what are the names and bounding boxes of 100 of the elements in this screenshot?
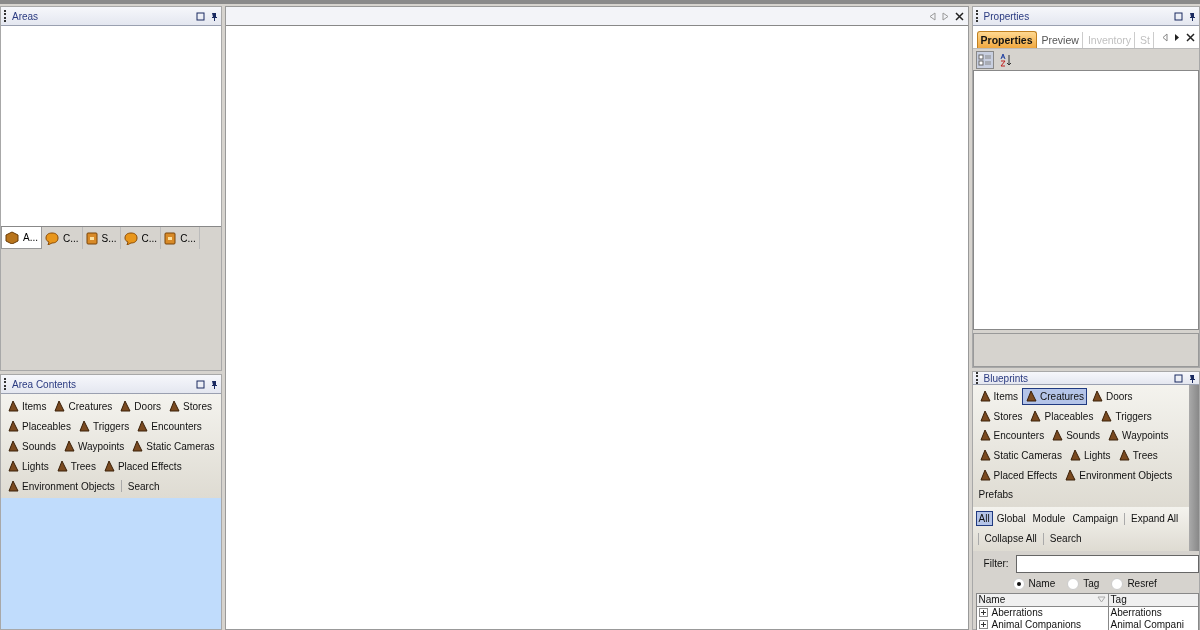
panel-title: Properties — [983, 10, 1030, 22]
maximize-icon[interactable] — [195, 379, 205, 389]
panel-title: Blueprints — [983, 372, 1029, 384]
filter-label: Filter: — [982, 558, 1010, 570]
scope-button[interactable]: Global — [993, 511, 1029, 527]
radio-icon[interactable] — [1111, 577, 1124, 590]
maximize-icon[interactable] — [1174, 11, 1183, 21]
filter-button[interactable]: Placeables — [4, 417, 74, 435]
filter-button[interactable]: Static Cameras — [128, 437, 218, 455]
property-tab[interactable]: Preview — [1038, 32, 1083, 48]
category-button[interactable]: Waypoints — [1104, 427, 1172, 445]
filter-button[interactable]: Stores — [165, 397, 215, 415]
category-icon — [53, 399, 67, 413]
sort-icon — [1096, 596, 1106, 604]
panel-tab[interactable]: C... — [161, 227, 200, 249]
filter-button[interactable]: Placed Effects — [99, 457, 185, 475]
category-button[interactable]: Lights — [1065, 447, 1114, 465]
radio-icon[interactable] — [1067, 577, 1080, 590]
tree-action-button[interactable]: Search — [1046, 531, 1085, 547]
categorized-view-icon[interactable] — [975, 50, 994, 69]
search-by-radio[interactable]: Name — [1012, 577, 1056, 590]
category-button[interactable]: Stores — [975, 407, 1026, 425]
pin-icon[interactable] — [1187, 373, 1196, 383]
category-icon — [978, 390, 992, 404]
tree-item-label[interactable]: Animal Companions — [991, 619, 1082, 630]
category-button[interactable]: Triggers — [1097, 407, 1155, 425]
table-cell-text: Animal Compani — [1109, 618, 1185, 630]
search-button[interactable]: Search — [124, 478, 163, 494]
category-icon — [1064, 468, 1078, 482]
category-button[interactable]: Items — [975, 388, 1022, 406]
category-icon — [102, 459, 116, 473]
book-icon — [85, 231, 98, 245]
tree-item-label[interactable]: Aberrations — [991, 607, 1043, 619]
filter-button[interactable]: Trees — [52, 457, 99, 475]
filter-button[interactable]: Waypoints — [59, 437, 128, 455]
panel-title: Areas — [12, 10, 39, 22]
category-icon — [62, 439, 76, 453]
category-icon — [7, 399, 20, 413]
column-header[interactable]: Tag — [1108, 593, 1198, 606]
panel-tab[interactable]: C... — [42, 227, 83, 249]
filter-button[interactable]: Lights — [4, 457, 52, 475]
book-icon — [164, 231, 177, 245]
filter-button[interactable]: Doors — [116, 397, 165, 415]
category-icon — [131, 439, 145, 453]
category-button[interactable]: Static Cameras — [975, 447, 1065, 465]
category-icon — [1107, 429, 1121, 443]
pin-icon[interactable] — [1187, 11, 1196, 21]
category-icon — [136, 419, 150, 433]
filter-button[interactable]: Items — [4, 397, 50, 415]
category-icon — [978, 468, 992, 482]
scroll-left-icon[interactable] — [1162, 32, 1168, 42]
category-icon — [119, 399, 133, 413]
category-button[interactable]: Placeables — [1026, 407, 1097, 425]
property-tab[interactable]: Properties — [976, 31, 1037, 48]
scope-button[interactable]: Module — [1029, 511, 1069, 527]
category-button[interactable]: Sounds — [1048, 427, 1104, 445]
scrollbar[interactable] — [1189, 506, 1199, 551]
category-button[interactable]: Doors — [1087, 388, 1136, 406]
scope-button[interactable]: All — [975, 511, 993, 527]
category-button[interactable]: Environment Objects — [1061, 466, 1176, 484]
scope-button[interactable]: Campaign — [1069, 511, 1121, 527]
radio-icon[interactable] — [1012, 577, 1025, 590]
close-icon[interactable] — [1186, 32, 1195, 42]
category-icon — [7, 479, 20, 493]
radio-label: Resref — [1127, 578, 1157, 590]
category-icon — [77, 419, 91, 433]
filter-button[interactable]: Encounters — [133, 417, 205, 435]
category-button[interactable]: Encounters — [975, 427, 1048, 445]
category-icon — [7, 419, 20, 433]
scroll-right-icon[interactable] — [1174, 32, 1180, 42]
expand-icon[interactable] — [978, 620, 988, 630]
category-icon — [1090, 390, 1104, 404]
category-icon — [1068, 449, 1082, 463]
expand-icon[interactable] — [978, 608, 988, 618]
speech-bubble-icon — [45, 231, 59, 245]
filter-button[interactable]: Triggers — [74, 417, 133, 435]
category-icon — [7, 459, 20, 473]
filter-button[interactable]: Creatures — [50, 397, 116, 415]
category-icon — [55, 459, 69, 473]
column-header[interactable]: Name — [976, 593, 1109, 606]
maximize-icon[interactable] — [1174, 373, 1183, 383]
table-cell-text: Aberrations — [1109, 606, 1163, 619]
category-icon — [978, 449, 992, 463]
category-button[interactable]: Placed Effects — [975, 466, 1061, 484]
filter-button[interactable]: Environment Objects — [4, 477, 118, 495]
tree-action-button[interactable]: Collapse All — [981, 531, 1040, 547]
search-by-radio[interactable]: Tag — [1067, 577, 1100, 590]
panel-tab[interactable]: A... — [1, 227, 42, 249]
close-icon[interactable] — [954, 11, 964, 21]
category-button[interactable]: Trees — [1114, 447, 1161, 465]
category-icon — [168, 399, 182, 413]
filter-field[interactable] — [1015, 554, 1199, 573]
category-icon — [1117, 449, 1131, 463]
search-by-radio[interactable]: Resref — [1111, 577, 1157, 590]
filter-button[interactable]: Sounds — [4, 437, 59, 455]
maximize-icon[interactable] — [195, 11, 205, 21]
tree-action-button[interactable]: Expand All — [1128, 511, 1182, 527]
category-icon — [978, 409, 992, 423]
category-button[interactable]: Creatures — [1022, 388, 1087, 406]
scrollbar[interactable] — [1189, 385, 1199, 507]
